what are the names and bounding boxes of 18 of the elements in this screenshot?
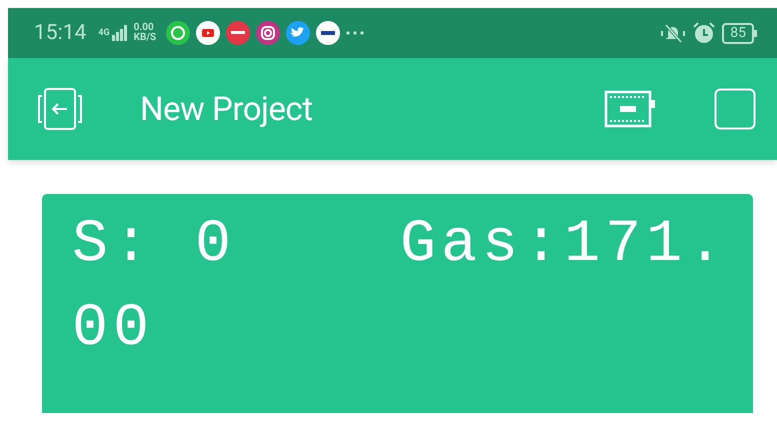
- exit-button[interactable]: [38, 88, 82, 130]
- muted-bell-icon: [660, 22, 686, 44]
- bird-app-icon: [286, 21, 310, 45]
- status-time: 15:14: [34, 21, 86, 45]
- more-icon: [346, 31, 364, 35]
- play-button[interactable]: [714, 88, 756, 130]
- video-app-icon: [196, 21, 220, 45]
- signal-icon: [112, 25, 128, 41]
- camera-app-icon: [256, 21, 280, 45]
- device-button[interactable]: [604, 90, 656, 128]
- battery-level: 85: [722, 22, 754, 44]
- data-unit: KB/S: [134, 33, 156, 43]
- lcd-line: 00: [72, 294, 154, 365]
- data-rate: 0.00: [134, 23, 154, 33]
- alarm-clock-icon: [692, 21, 716, 45]
- network-type: 4G: [98, 28, 110, 38]
- lcd-line: S: 0 Gas:171.: [72, 210, 728, 281]
- project-title: New Project: [140, 90, 314, 128]
